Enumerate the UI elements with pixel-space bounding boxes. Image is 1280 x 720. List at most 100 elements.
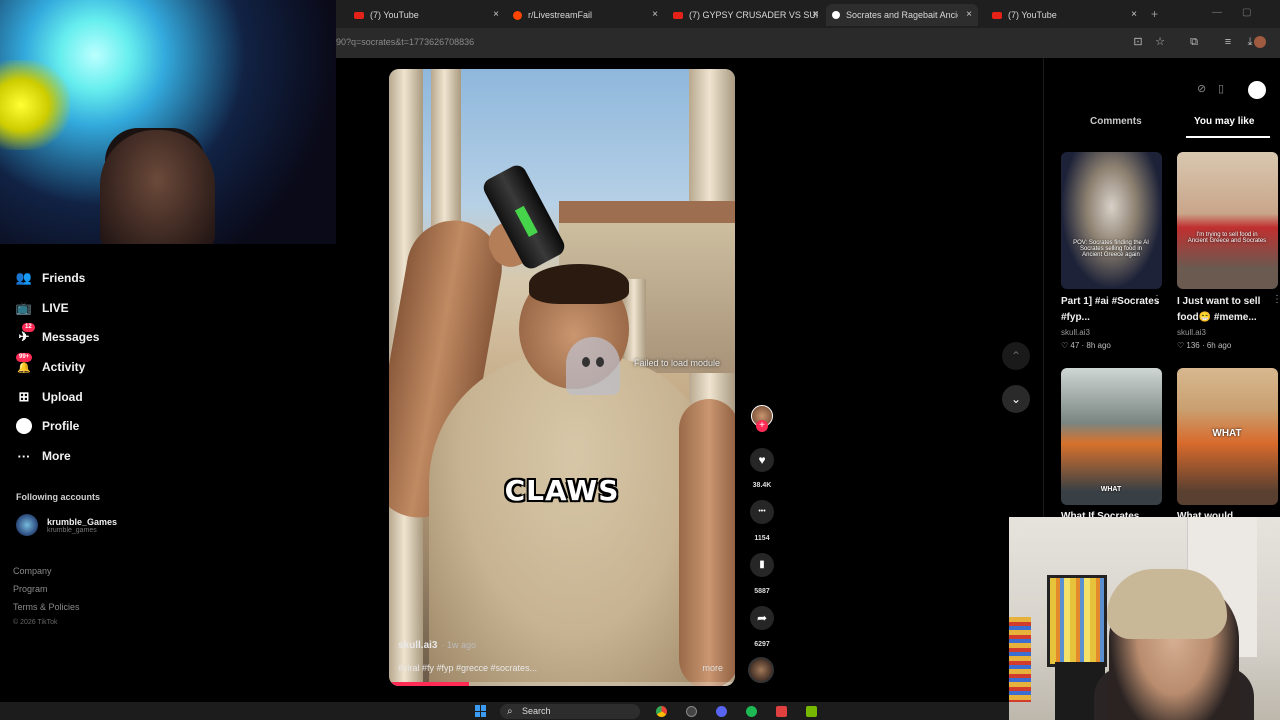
- browser-tab-gypsy-crusader[interactable]: (7) GYPSY CRUSADER VS SUPA ×: [673, 4, 818, 26]
- next-video-chevron-down-icon[interactable]: ⌄: [1002, 385, 1030, 413]
- browser-tab-livestreamfail[interactable]: r/LivestreamFail ×: [513, 4, 658, 26]
- light-glare: [0, 60, 70, 150]
- friends-icon: 👥: [15, 270, 33, 285]
- footer-link-terms[interactable]: Terms & Policies: [13, 602, 80, 612]
- thumbnail-caption: WHAT: [1100, 486, 1122, 493]
- close-tab-icon[interactable]: ×: [652, 9, 658, 20]
- taskbar-search-box[interactable]: ⌕ Search: [500, 704, 640, 719]
- sidebar-item-label: Profile: [42, 419, 80, 433]
- avatar: [16, 514, 38, 536]
- recommended-video-author[interactable]: skull.ai3: [1061, 328, 1090, 337]
- browser-tab-strip: (7) YouTube × r/LivestreamFail × (7) GYP…: [336, 0, 1280, 28]
- close-tab-icon[interactable]: ×: [1131, 9, 1137, 20]
- like-heart-icon[interactable]: ♥: [750, 448, 774, 472]
- share-arrow-icon[interactable]: ➦: [750, 606, 774, 630]
- browser-tab-youtube-1[interactable]: (7) YouTube ×: [354, 4, 499, 26]
- comment-count: 1154: [754, 535, 770, 542]
- more-link[interactable]: more: [702, 663, 723, 673]
- app-icon[interactable]: [776, 706, 787, 717]
- recommended-video-author[interactable]: skull.ai3: [1177, 328, 1206, 337]
- minimize-icon[interactable]: —: [1212, 7, 1222, 18]
- nvidia-icon[interactable]: [806, 706, 817, 717]
- discord-icon[interactable]: [716, 706, 727, 717]
- more-options-icon[interactable]: ⋮: [1272, 294, 1280, 305]
- youtube-icon: [673, 11, 683, 19]
- follow-plus-icon[interactable]: +: [756, 420, 768, 432]
- share-count: 6297: [754, 641, 770, 648]
- tab-title: Socrates and Ragebait Ancien: [846, 10, 958, 20]
- sound-disc-icon[interactable]: [748, 657, 774, 683]
- video-scene-roof: [559, 201, 735, 223]
- close-tab-icon[interactable]: ×: [493, 9, 499, 20]
- obs-icon[interactable]: [686, 706, 697, 717]
- sidebar-item-messages[interactable]: ✈ 12 Messages: [16, 323, 100, 347]
- activity-icon: 🔔 99+: [16, 353, 33, 375]
- thumbnail-caption: POV: Socrates finding the AI Socrates se…: [1073, 240, 1149, 258]
- recommended-video-title[interactable]: I Just want to sell food😁 #meme...: [1177, 294, 1277, 326]
- video-progress-bar[interactable]: [389, 682, 735, 686]
- toggle-switch[interactable]: [1248, 81, 1266, 99]
- tab-comments[interactable]: Comments: [1090, 116, 1142, 127]
- sidebar-item-label: Messages: [42, 330, 100, 344]
- thumbnail-caption: I'm trying to sell food in Ancient Greec…: [1187, 232, 1267, 244]
- recommended-video-thumbnail[interactable]: WHAT: [1177, 368, 1278, 505]
- sidebar-item-friends[interactable]: 👥 Friends: [16, 268, 85, 288]
- sidebar-item-upload[interactable]: ⊞ Upload: [16, 387, 83, 407]
- bookmark-star-icon[interactable]: ☆: [1154, 36, 1166, 48]
- sidebar-item-more[interactable]: ··· More: [16, 446, 71, 466]
- footer-link-company[interactable]: Company: [13, 566, 52, 576]
- recommended-video-thumbnail[interactable]: I'm trying to sell food in Ancient Greec…: [1177, 152, 1278, 289]
- profile-avatar-icon[interactable]: [1254, 36, 1266, 48]
- webcam-overlay-streamer: [0, 0, 336, 252]
- new-tab-button[interactable]: +: [1151, 7, 1158, 21]
- browser-tab-tiktok-socrates[interactable]: Socrates and Ragebait Ancien ×: [826, 4, 978, 26]
- video-author[interactable]: skull.ai3 · 1w ago: [398, 640, 476, 651]
- extensions-icon[interactable]: ⧉: [1188, 36, 1200, 48]
- browser-address-bar: 90?q=socrates&t=1773626708836 ⊡ ☆ ⧉ ≡ ⤓: [336, 28, 1280, 58]
- thumbnail-caption: WHAT: [1212, 428, 1242, 439]
- active-tab-underline: [1186, 136, 1270, 138]
- maximize-icon[interactable]: ▢: [1242, 7, 1251, 18]
- youtube-icon: [354, 11, 364, 19]
- browser-tab-youtube-2[interactable]: (7) YouTube ×: [992, 4, 1137, 26]
- reading-list-icon[interactable]: ≡: [1222, 36, 1234, 48]
- sidebar-item-label: Upload: [42, 390, 83, 404]
- video-subject-tunic: [429, 354, 719, 686]
- video-player[interactable]: Failed to load module CLAWS skull.ai3 · 1…: [389, 69, 735, 686]
- close-tab-icon[interactable]: ×: [966, 9, 972, 20]
- following-accounts-heading: Following accounts: [16, 492, 101, 502]
- background-poster: [1047, 575, 1107, 667]
- tab-you-may-like[interactable]: You may like: [1194, 116, 1254, 127]
- recommended-video-meta: ♡ 47 · 8h ago: [1061, 341, 1111, 350]
- recommended-video-thumbnail[interactable]: POV: Socrates finding the AI Socrates se…: [1061, 152, 1162, 289]
- spotify-icon[interactable]: [746, 706, 757, 717]
- sidebar-item-activity[interactable]: 🔔 99+ Activity: [16, 353, 85, 377]
- tab-title: r/LivestreamFail: [528, 10, 593, 20]
- footer-link-program[interactable]: Program: [13, 584, 48, 594]
- install-app-icon[interactable]: ⊡: [1132, 36, 1144, 48]
- post-age: · 1w ago: [441, 640, 476, 650]
- profile-avatar: [16, 418, 32, 434]
- autoscroll-icon[interactable]: ⊘: [1197, 82, 1206, 100]
- screen: (7) YouTube × r/LivestreamFail × (7) GYP…: [0, 0, 1280, 720]
- close-tab-icon[interactable]: ×: [812, 9, 818, 20]
- more-options-icon[interactable]: ⋮: [1152, 294, 1162, 305]
- profile-icon: [16, 418, 32, 434]
- recommended-video-title[interactable]: Part 1] #ai #Socrates #fyp...: [1061, 294, 1161, 326]
- recommended-video-meta: ♡ 136 · 6h ago: [1177, 341, 1232, 350]
- like-count: 38.4K: [752, 482, 772, 489]
- windows-start-icon[interactable]: [475, 705, 487, 717]
- url-field[interactable]: 90?q=socrates&t=1773626708836: [336, 37, 474, 47]
- following-account-item[interactable]: krumble_Games krumble_games: [16, 514, 117, 536]
- previous-video-chevron-up-icon[interactable]: ⌃: [1002, 342, 1030, 370]
- activity-badge: 99+: [16, 353, 33, 362]
- sidebar-item-profile[interactable]: Profile: [16, 416, 79, 436]
- sidebar-item-live[interactable]: 📺 LIVE: [16, 298, 69, 318]
- comment-bubble-icon[interactable]: •••: [750, 500, 774, 524]
- chrome-icon[interactable]: [656, 706, 667, 717]
- bookmark-icon[interactable]: ▮: [750, 553, 774, 577]
- video-subject-arm: [679, 399, 735, 686]
- recommended-video-thumbnail[interactable]: WHAT: [1061, 368, 1162, 505]
- video-hashtags[interactable]: #viral #fy #fyp #grecce #socrates...: [398, 663, 537, 673]
- device-icon[interactable]: ▯: [1218, 82, 1224, 100]
